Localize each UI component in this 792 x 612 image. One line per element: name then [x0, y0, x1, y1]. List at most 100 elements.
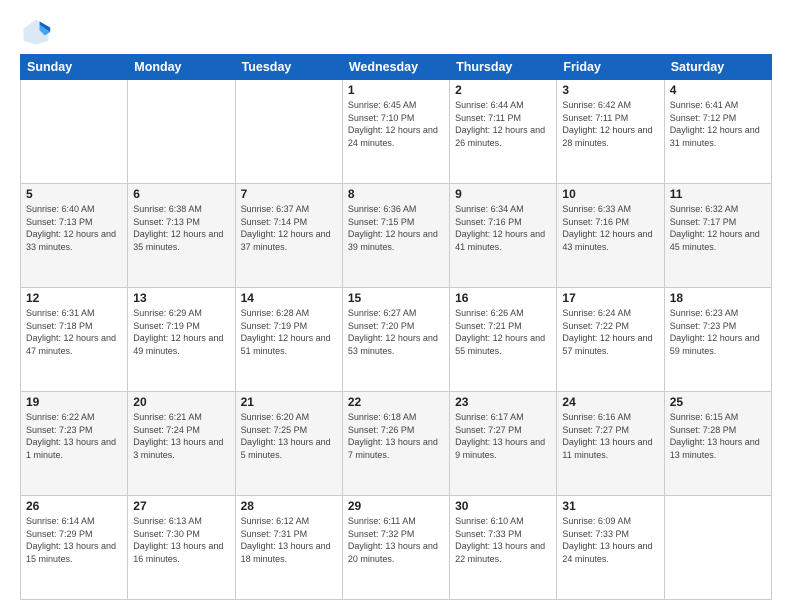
day-number: 8	[348, 187, 444, 201]
col-thursday: Thursday	[450, 55, 557, 80]
calendar-week-row: 1Sunrise: 6:45 AM Sunset: 7:10 PM Daylig…	[21, 80, 772, 184]
day-info: Sunrise: 6:09 AM Sunset: 7:33 PM Dayligh…	[562, 515, 658, 565]
day-info: Sunrise: 6:11 AM Sunset: 7:32 PM Dayligh…	[348, 515, 444, 565]
day-info: Sunrise: 6:13 AM Sunset: 7:30 PM Dayligh…	[133, 515, 229, 565]
table-row: 10 Sunrise: 6:33 AM Sunset: 7:16 PM Dayli…	[557, 184, 664, 288]
day-number: 10	[562, 187, 658, 201]
table-row	[664, 496, 771, 600]
day-info: Sunrise: 6:26 AM Sunset: 7:21 PM Dayligh…	[455, 307, 551, 357]
table-row: 6 Sunrise: 6:38 AM Sunset: 7:13 PM Daylig…	[128, 184, 235, 288]
day-number: 26	[26, 499, 122, 513]
calendar-table: Sunday Monday Tuesday Wednesday Thursday…	[20, 54, 772, 600]
day-info: Sunrise: 6:14 AM Sunset: 7:29 PM Dayligh…	[26, 515, 122, 565]
day-number: 3	[562, 83, 658, 97]
day-info: Sunrise: 6:34 AM Sunset: 7:16 PM Dayligh…	[455, 203, 551, 253]
day-info: Sunrise: 6:33 AM Sunset: 7:16 PM Dayligh…	[562, 203, 658, 253]
table-row: 7Sunrise: 6:37 AM Sunset: 7:14 PM Daylig…	[235, 184, 342, 288]
day-number: 15	[348, 291, 444, 305]
day-info: Sunrise: 6:29 AM Sunset: 7:19 PM Dayligh…	[133, 307, 229, 357]
day-number: 29	[348, 499, 444, 513]
day-info: Sunrise: 6:23 AM Sunset: 7:23 PM Dayligh…	[670, 307, 766, 357]
day-info: Sunrise: 6:20 AM Sunset: 7:25 PM Dayligh…	[241, 411, 337, 461]
day-number: 17	[562, 291, 658, 305]
day-info: Sunrise: 6:22 AM Sunset: 7:23 PM Dayligh…	[26, 411, 122, 461]
day-number: 25	[670, 395, 766, 409]
logo	[20, 16, 56, 48]
table-row: 8 Sunrise: 6:36 AM Sunset: 7:15 PM Daylig…	[342, 184, 449, 288]
day-number: 18	[670, 291, 766, 305]
day-info: Sunrise: 6:36 AM Sunset: 7:15 PM Dayligh…	[348, 203, 444, 253]
day-info: Sunrise: 6:28 AM Sunset: 7:19 PM Dayligh…	[241, 307, 337, 357]
table-row: 24Sunrise: 6:16 AM Sunset: 7:27 PM Dayli…	[557, 392, 664, 496]
calendar-week-row: 19 Sunrise: 6:22 AM Sunset: 7:23 PM Dayli…	[21, 392, 772, 496]
day-info: Sunrise: 6:42 AM Sunset: 7:11 PM Dayligh…	[562, 99, 658, 149]
table-row: 22 Sunrise: 6:18 AM Sunset: 7:26 PM Dayli…	[342, 392, 449, 496]
col-saturday: Saturday	[664, 55, 771, 80]
col-wednesday: Wednesday	[342, 55, 449, 80]
day-number: 30	[455, 499, 551, 513]
day-number: 21	[241, 395, 337, 409]
calendar-week-row: 12Sunrise: 6:31 AM Sunset: 7:18 PM Dayli…	[21, 288, 772, 392]
day-number: 14	[241, 291, 337, 305]
table-row: 1Sunrise: 6:45 AM Sunset: 7:10 PM Daylig…	[342, 80, 449, 184]
table-row	[21, 80, 128, 184]
day-info: Sunrise: 6:27 AM Sunset: 7:20 PM Dayligh…	[348, 307, 444, 357]
col-friday: Friday	[557, 55, 664, 80]
calendar-week-row: 5Sunrise: 6:40 AM Sunset: 7:13 PM Daylig…	[21, 184, 772, 288]
table-row: 30 Sunrise: 6:10 AM Sunset: 7:33 PM Dayli…	[450, 496, 557, 600]
day-number: 4	[670, 83, 766, 97]
table-row: 11Sunrise: 6:32 AM Sunset: 7:17 PM Dayli…	[664, 184, 771, 288]
col-sunday: Sunday	[21, 55, 128, 80]
day-info: Sunrise: 6:31 AM Sunset: 7:18 PM Dayligh…	[26, 307, 122, 357]
day-info: Sunrise: 6:10 AM Sunset: 7:33 PM Dayligh…	[455, 515, 551, 565]
day-number: 19	[26, 395, 122, 409]
day-info: Sunrise: 6:24 AM Sunset: 7:22 PM Dayligh…	[562, 307, 658, 357]
table-row: 13 Sunrise: 6:29 AM Sunset: 7:19 PM Dayli…	[128, 288, 235, 392]
day-info: Sunrise: 6:17 AM Sunset: 7:27 PM Dayligh…	[455, 411, 551, 461]
table-row: 17 Sunrise: 6:24 AM Sunset: 7:22 PM Dayli…	[557, 288, 664, 392]
day-number: 5	[26, 187, 122, 201]
table-row: 29 Sunrise: 6:11 AM Sunset: 7:32 PM Dayli…	[342, 496, 449, 600]
table-row: 9Sunrise: 6:34 AM Sunset: 7:16 PM Daylig…	[450, 184, 557, 288]
day-number: 22	[348, 395, 444, 409]
table-row: 16Sunrise: 6:26 AM Sunset: 7:21 PM Dayli…	[450, 288, 557, 392]
logo-icon	[20, 16, 52, 48]
table-row: 28Sunrise: 6:12 AM Sunset: 7:31 PM Dayli…	[235, 496, 342, 600]
day-number: 23	[455, 395, 551, 409]
table-row: 15 Sunrise: 6:27 AM Sunset: 7:20 PM Dayli…	[342, 288, 449, 392]
table-row: 12Sunrise: 6:31 AM Sunset: 7:18 PM Dayli…	[21, 288, 128, 392]
table-row: 19 Sunrise: 6:22 AM Sunset: 7:23 PM Dayli…	[21, 392, 128, 496]
table-row	[235, 80, 342, 184]
table-row: 18 Sunrise: 6:23 AM Sunset: 7:23 PM Dayli…	[664, 288, 771, 392]
col-monday: Monday	[128, 55, 235, 80]
day-number: 6	[133, 187, 229, 201]
col-tuesday: Tuesday	[235, 55, 342, 80]
table-row: 23 Sunrise: 6:17 AM Sunset: 7:27 PM Dayli…	[450, 392, 557, 496]
day-number: 24	[562, 395, 658, 409]
day-info: Sunrise: 6:18 AM Sunset: 7:26 PM Dayligh…	[348, 411, 444, 461]
table-row: 2Sunrise: 6:44 AM Sunset: 7:11 PM Daylig…	[450, 80, 557, 184]
table-row: 31 Sunrise: 6:09 AM Sunset: 7:33 PM Dayli…	[557, 496, 664, 600]
table-row: 27Sunrise: 6:13 AM Sunset: 7:30 PM Dayli…	[128, 496, 235, 600]
day-number: 2	[455, 83, 551, 97]
day-number: 13	[133, 291, 229, 305]
day-number: 20	[133, 395, 229, 409]
day-info: Sunrise: 6:32 AM Sunset: 7:17 PM Dayligh…	[670, 203, 766, 253]
table-row: 4 Sunrise: 6:41 AM Sunset: 7:12 PM Daylig…	[664, 80, 771, 184]
calendar-body: 1Sunrise: 6:45 AM Sunset: 7:10 PM Daylig…	[21, 80, 772, 600]
table-row: 14 Sunrise: 6:28 AM Sunset: 7:19 PM Dayli…	[235, 288, 342, 392]
day-info: Sunrise: 6:45 AM Sunset: 7:10 PM Dayligh…	[348, 99, 444, 149]
day-info: Sunrise: 6:38 AM Sunset: 7:13 PM Dayligh…	[133, 203, 229, 253]
day-info: Sunrise: 6:41 AM Sunset: 7:12 PM Dayligh…	[670, 99, 766, 149]
table-row: 20 Sunrise: 6:21 AM Sunset: 7:24 PM Dayli…	[128, 392, 235, 496]
table-row: 21 Sunrise: 6:20 AM Sunset: 7:25 PM Dayli…	[235, 392, 342, 496]
calendar-week-row: 26 Sunrise: 6:14 AM Sunset: 7:29 PM Dayli…	[21, 496, 772, 600]
header	[20, 16, 772, 48]
calendar-header-row: Sunday Monday Tuesday Wednesday Thursday…	[21, 55, 772, 80]
day-info: Sunrise: 6:12 AM Sunset: 7:31 PM Dayligh…	[241, 515, 337, 565]
day-number: 31	[562, 499, 658, 513]
page: Sunday Monday Tuesday Wednesday Thursday…	[0, 0, 792, 612]
table-row: 26 Sunrise: 6:14 AM Sunset: 7:29 PM Dayli…	[21, 496, 128, 600]
day-info: Sunrise: 6:21 AM Sunset: 7:24 PM Dayligh…	[133, 411, 229, 461]
table-row: 25Sunrise: 6:15 AM Sunset: 7:28 PM Dayli…	[664, 392, 771, 496]
